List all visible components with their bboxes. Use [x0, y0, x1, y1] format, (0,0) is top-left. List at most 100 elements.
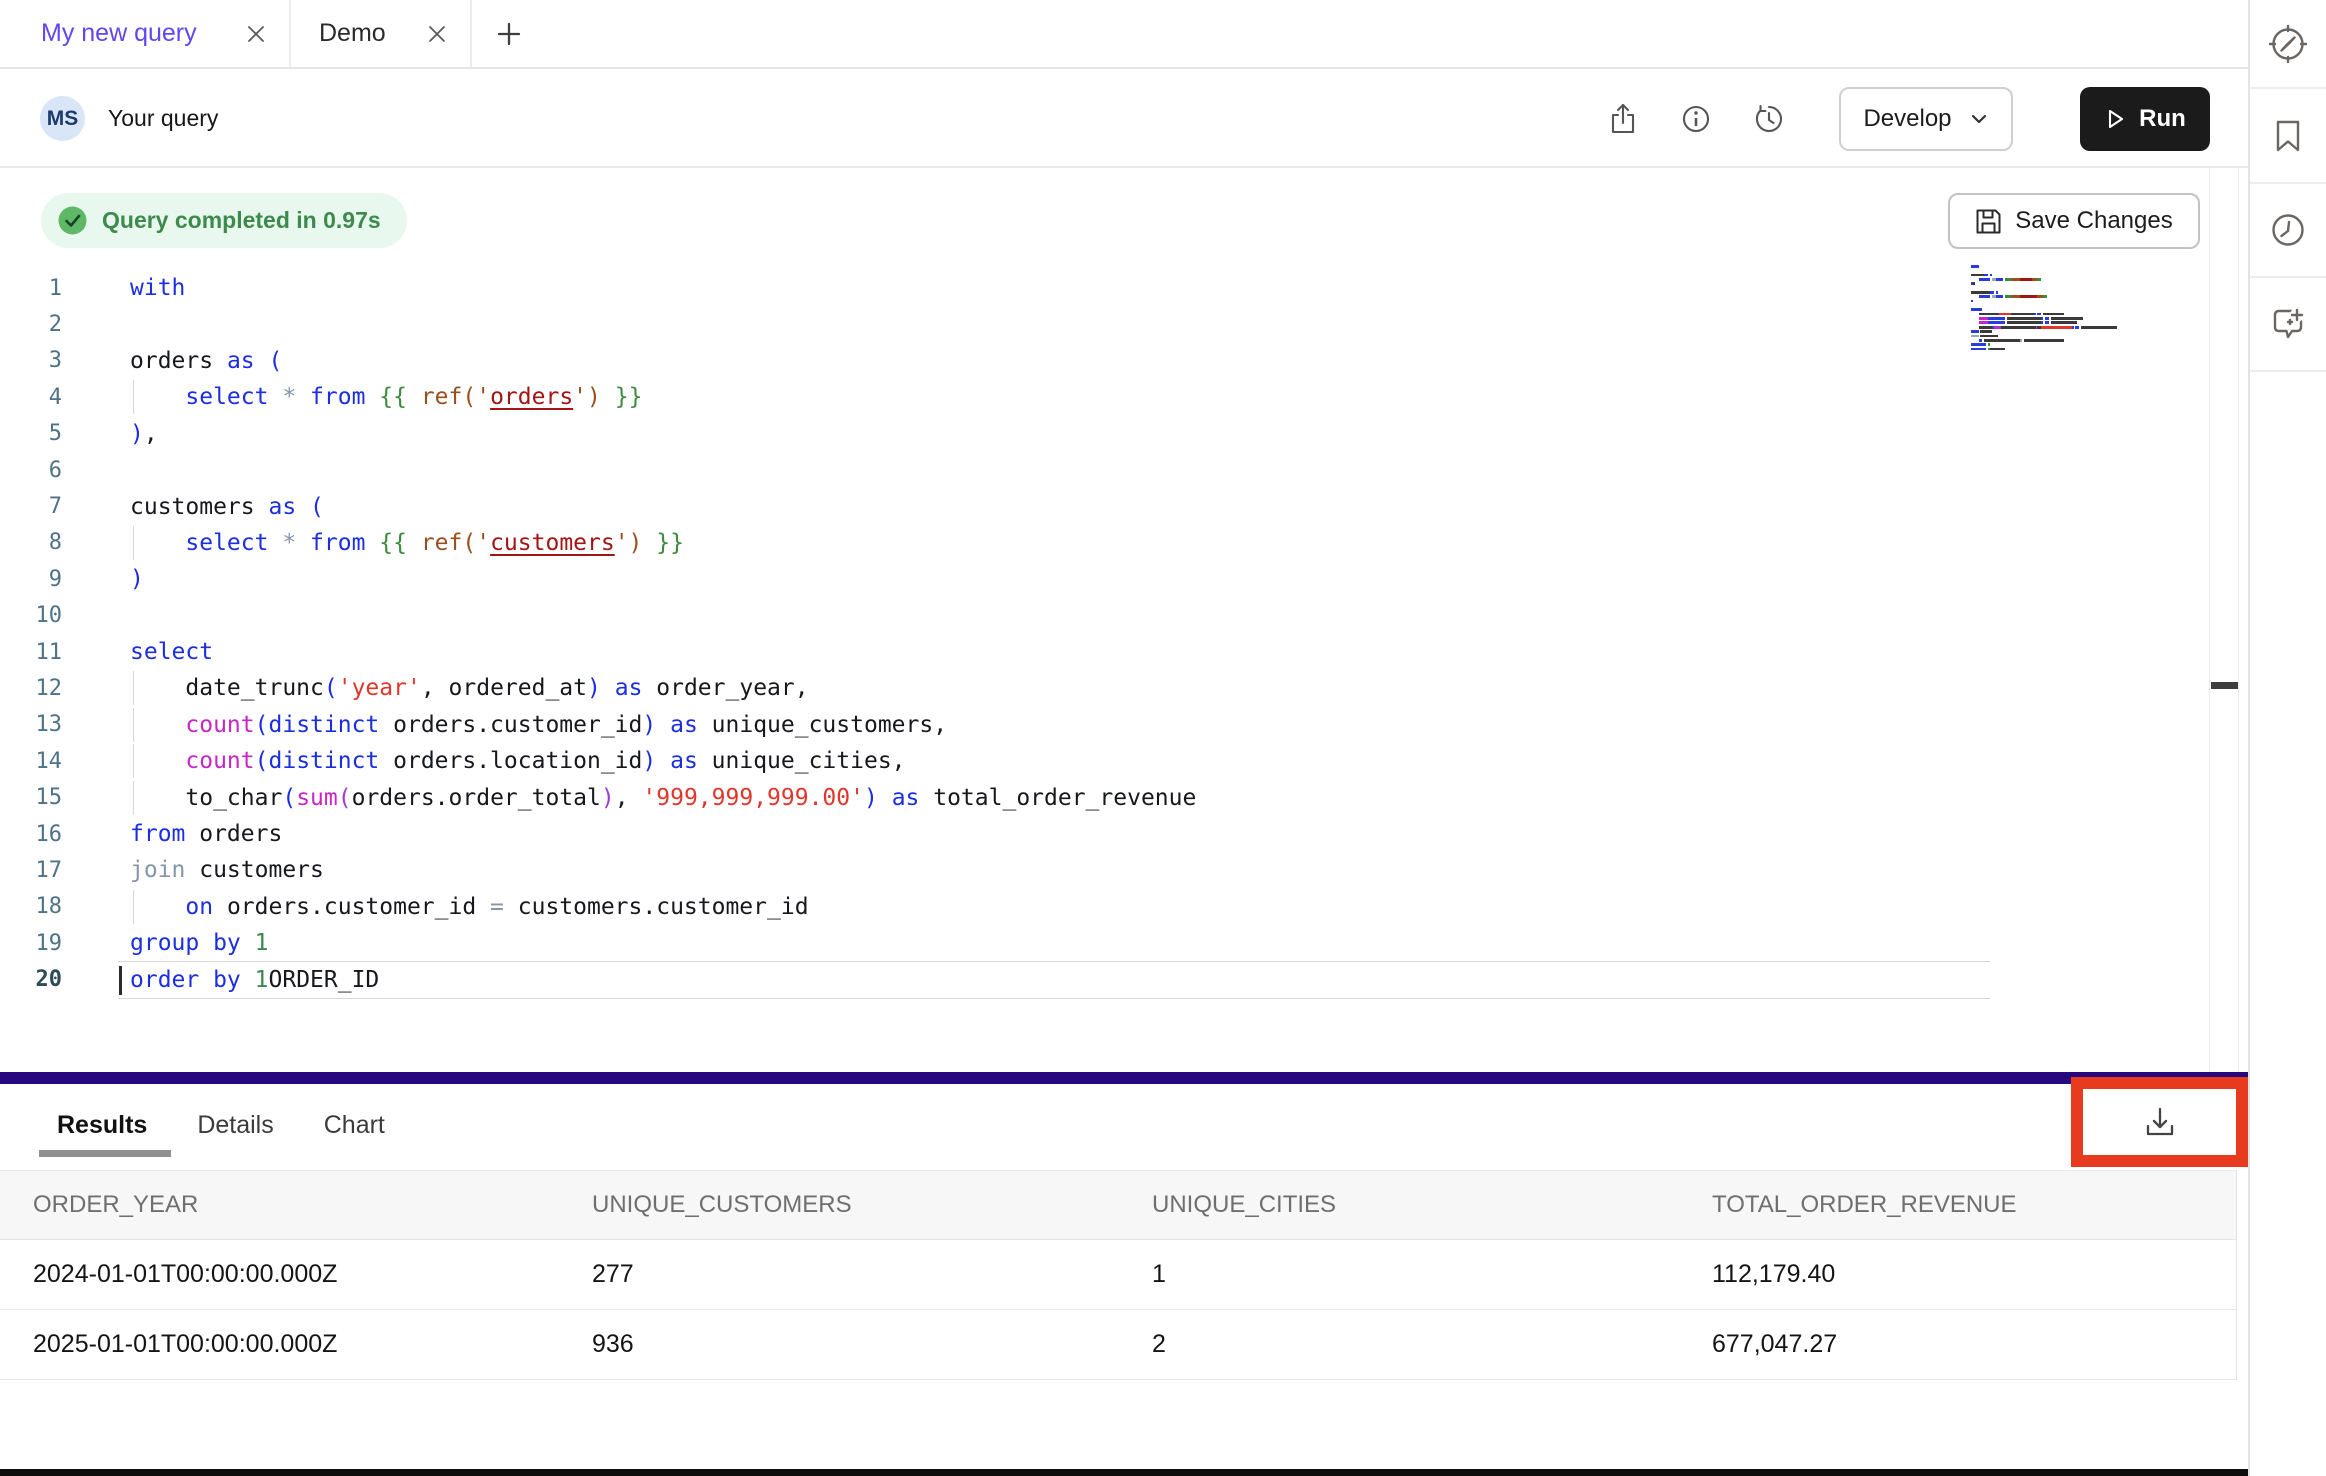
line-number: 12 — [0, 676, 62, 701]
bookmark-icon — [2266, 114, 2310, 158]
code-line[interactable]: 16from orders — [0, 816, 2200, 852]
sidebar-item-explore[interactable] — [2250, 0, 2326, 89]
code-line[interactable]: 10 — [0, 598, 2200, 634]
line-number: 3 — [0, 348, 62, 373]
code-line[interactable]: 11select — [0, 634, 2200, 670]
history-button[interactable] — [1752, 102, 1786, 136]
editor-minimap[interactable] — [1971, 265, 2143, 357]
code-line[interactable]: 8 select * from {{ ref('customers') }} — [0, 525, 2200, 561]
new-tab-button[interactable] — [494, 0, 524, 67]
line-number: 8 — [0, 530, 62, 555]
code-line[interactable]: 7customers as ( — [0, 488, 2200, 524]
code-text: date_trunc('year', ordered_at) as order_… — [62, 675, 809, 701]
sidebar-item-ai-assistant[interactable] — [2250, 278, 2326, 372]
info-button[interactable] — [1679, 102, 1713, 136]
page-title: Your query — [108, 105, 218, 132]
plus-icon — [494, 19, 524, 49]
tab-my-new-query[interactable]: My new query — [0, 0, 291, 67]
code-line[interactable]: 3orders as ( — [0, 343, 2200, 379]
table-cell: 112,179.40 — [1679, 1260, 2237, 1289]
save-changes-button[interactable]: Save Changes — [1948, 193, 2200, 249]
code-line[interactable]: 9) — [0, 561, 2200, 597]
file-tab-bar: My new query Demo — [0, 0, 2248, 69]
line-number: 15 — [0, 785, 62, 810]
column-header: TOTAL_ORDER_REVENUE — [1679, 1191, 2237, 1219]
run-button[interactable]: Run — [2080, 87, 2210, 151]
code-line[interactable]: 18 on orders.customer_id = customers.cus… — [0, 889, 2200, 925]
close-icon[interactable] — [426, 23, 448, 45]
code-line[interactable]: 5), — [0, 416, 2200, 452]
table-cell: 677,047.27 — [1679, 1330, 2237, 1359]
line-number: 11 — [0, 640, 62, 665]
develop-dropdown[interactable]: Develop — [1839, 87, 2013, 151]
code-text: order by 1ORDER_ID — [62, 967, 379, 993]
success-check-icon — [57, 205, 88, 236]
code-line[interactable]: 12 date_trunc('year', ordered_at) as ord… — [0, 670, 2200, 706]
code-text: count(distinct orders.location_id) as un… — [62, 748, 906, 774]
code-line[interactable]: 14 count(distinct orders.location_id) as… — [0, 743, 2200, 779]
results-tab-bar: Results Details Chart — [0, 1096, 385, 1154]
code-text: orders as ( — [62, 348, 282, 374]
code-text: select * from {{ ref('customers') }} — [62, 530, 684, 556]
annotation-highlight — [2071, 1077, 2248, 1167]
info-icon — [1681, 104, 1711, 134]
dbt-query-editor-window: My new query Demo MS Your query — [0, 0, 2326, 1476]
table-cell: 277 — [559, 1260, 1119, 1289]
sql-editor[interactable]: Query completed in 0.97s Save Changes 1w… — [0, 168, 2248, 1072]
line-number: 13 — [0, 712, 62, 737]
code-line[interactable]: 2 — [0, 306, 2200, 342]
sidebar-item-history[interactable] — [2250, 184, 2326, 278]
line-number: 10 — [0, 603, 62, 628]
save-changes-label: Save Changes — [2015, 207, 2172, 235]
tab-results[interactable]: Results — [57, 1111, 147, 1140]
run-label: Run — [2139, 105, 2186, 133]
code-text: join customers — [62, 857, 324, 883]
sidebar-item-bookmarks[interactable] — [2250, 89, 2326, 184]
code-line[interactable]: 13 count(distinct orders.customer_id) as… — [0, 707, 2200, 743]
history-clock-icon — [2266, 208, 2310, 252]
table-row: 2025-01-01T00:00:00.000Z9362677,047.27 — [0, 1310, 2236, 1380]
table-cell: 936 — [559, 1330, 1119, 1359]
code-text: to_char(sum(orders.order_total), '999,99… — [62, 785, 1196, 811]
code-text: select — [62, 639, 213, 665]
download-icon — [2141, 1103, 2179, 1141]
tab-label: Demo — [319, 19, 386, 48]
code-text: on orders.customer_id = customers.custom… — [62, 894, 809, 920]
code-line[interactable]: 15 to_char(sum(orders.order_total), '999… — [0, 779, 2200, 815]
close-icon[interactable] — [245, 23, 267, 45]
code-line[interactable]: 6 — [0, 452, 2200, 488]
scrollbar-lane — [2209, 168, 2210, 1072]
share-icon — [1608, 103, 1638, 135]
ai-chat-sparkle-icon — [2265, 301, 2311, 347]
code-text: group by 1 — [62, 930, 269, 956]
scrollbar-thumb[interactable] — [2211, 682, 2238, 689]
line-number: 19 — [0, 931, 62, 956]
line-number: 16 — [0, 822, 62, 847]
tab-chart[interactable]: Chart — [324, 1111, 385, 1140]
table-header-row: ORDER_YEAR UNIQUE_CUSTOMERS UNIQUE_CITIE… — [0, 1170, 2236, 1240]
code-text: select * from {{ ref('orders') }} — [62, 384, 642, 410]
code-line[interactable]: 1with — [0, 270, 2200, 306]
share-button[interactable] — [1606, 102, 1640, 136]
code-text: customers as ( — [62, 494, 324, 520]
tab-details[interactable]: Details — [197, 1111, 273, 1140]
column-header: ORDER_YEAR — [0, 1191, 559, 1219]
download-results-button[interactable] — [2141, 1103, 2179, 1141]
line-number: 17 — [0, 858, 62, 883]
code-line[interactable]: 17join customers — [0, 852, 2200, 888]
code-lines[interactable]: 1with23orders as (4 select * from {{ ref… — [0, 270, 2200, 998]
line-number: 1 — [0, 276, 62, 301]
code-line[interactable]: 20order by 1ORDER_ID — [0, 961, 2200, 997]
scrollbar-lane — [2238, 168, 2239, 1072]
line-number: 2 — [0, 312, 62, 337]
table-row: 2024-01-01T00:00:00.000Z2771112,179.40 — [0, 1240, 2236, 1310]
tab-demo[interactable]: Demo — [291, 0, 472, 67]
results-table: ORDER_YEAR UNIQUE_CUSTOMERS UNIQUE_CITIE… — [0, 1170, 2237, 1380]
code-text: count(distinct orders.customer_id) as un… — [62, 712, 947, 738]
table-body: 2024-01-01T00:00:00.000Z2771112,179.4020… — [0, 1240, 2236, 1380]
panel-divider[interactable] — [0, 1072, 2248, 1084]
code-line[interactable]: 4 select * from {{ ref('orders') }} — [0, 379, 2200, 415]
line-number: 9 — [0, 567, 62, 592]
develop-label: Develop — [1863, 105, 1951, 133]
code-line[interactable]: 19group by 1 — [0, 925, 2200, 961]
